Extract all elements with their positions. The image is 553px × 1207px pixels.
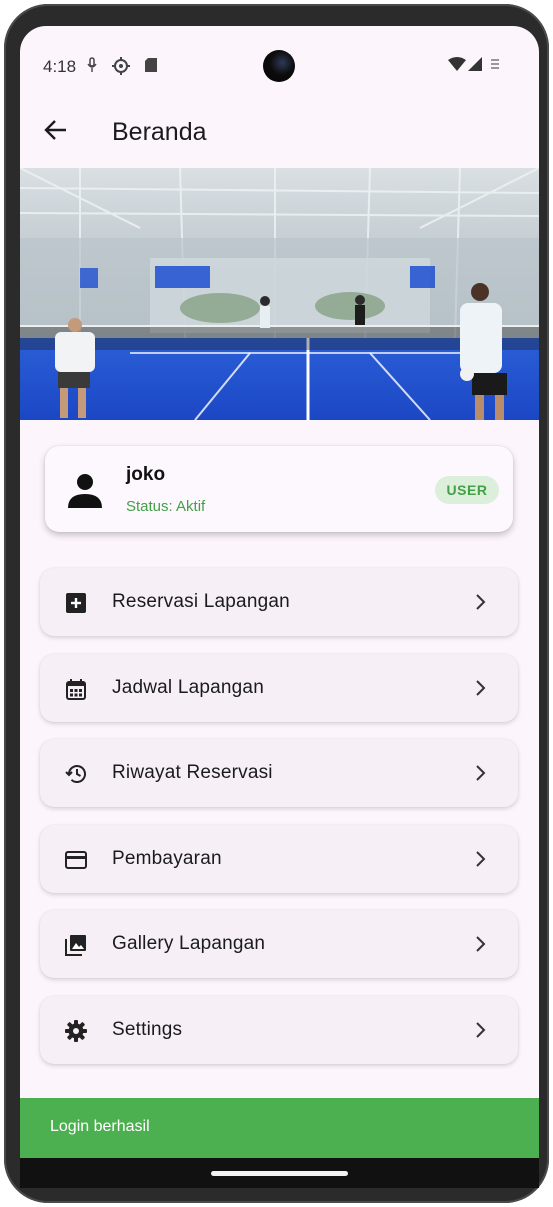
menu-item-label: Riwayat Reservasi: [112, 762, 273, 783]
gear-icon: [65, 1020, 87, 1042]
gesture-nav-bar: [20, 1158, 539, 1188]
sd-card-icon: [144, 57, 158, 76]
hero-court-image: [20, 168, 539, 420]
battery-icon: [490, 57, 500, 76]
credit-card-icon: [65, 851, 87, 869]
menu-item-gallery-lapangan[interactable]: Gallery Lapangan: [40, 910, 518, 978]
status-bar: 4:18: [20, 26, 539, 98]
home-indicator[interactable]: [211, 1171, 348, 1176]
gallery-icon: [65, 935, 86, 956]
chevron-right-icon: [476, 1022, 486, 1038]
snackbar: Login berhasil: [20, 1098, 539, 1158]
menu-item-label: Pembayaran: [112, 848, 222, 869]
user-name: joko: [126, 464, 166, 485]
chevron-right-icon: [476, 680, 486, 696]
user-status: Status: Aktif: [126, 498, 206, 515]
front-camera: [263, 50, 295, 82]
menu-item-label: Gallery Lapangan: [112, 933, 266, 954]
settings-status-icon: [112, 57, 130, 78]
wifi-icon: [448, 57, 466, 76]
app-screen: 4:18 Beranda joko Status: Aktif USER Res…: [20, 26, 539, 1188]
menu-item-reservasi-lapangan[interactable]: Reservasi Lapangan: [40, 568, 518, 636]
chevron-right-icon: [476, 765, 486, 781]
menu-item-label: Jadwal Lapangan: [112, 677, 264, 698]
mic-icon: [86, 57, 98, 76]
role-badge: USER: [435, 476, 499, 504]
add-box-icon: [66, 593, 86, 613]
menu-item-pembayaran[interactable]: Pembayaran: [40, 825, 518, 893]
profile-card: joko Status: Aktif USER: [45, 446, 513, 532]
phone-frame: 4:18 Beranda joko Status: Aktif USER Res…: [4, 4, 549, 1203]
person-icon: [65, 470, 105, 510]
menu-item-label: Reservasi Lapangan: [112, 591, 290, 612]
calendar-icon: [66, 679, 86, 700]
app-bar: Beranda: [20, 98, 539, 166]
arrow-back-icon: [44, 120, 66, 140]
signal-icon: [468, 57, 482, 76]
menu-item-settings[interactable]: Settings: [40, 996, 518, 1064]
chevron-right-icon: [476, 936, 486, 952]
menu-item-label: Settings: [112, 1019, 183, 1040]
menu-item-riwayat-reservasi[interactable]: Riwayat Reservasi: [40, 739, 518, 807]
back-button[interactable]: [38, 112, 74, 148]
menu-item-jadwal-lapangan[interactable]: Jadwal Lapangan: [40, 654, 518, 722]
history-icon: [65, 765, 86, 783]
page-title: Beranda: [112, 118, 207, 146]
snackbar-message: Login berhasil: [50, 1118, 150, 1135]
chevron-right-icon: [476, 851, 486, 867]
chevron-right-icon: [476, 594, 486, 610]
status-time: 4:18: [43, 57, 77, 76]
